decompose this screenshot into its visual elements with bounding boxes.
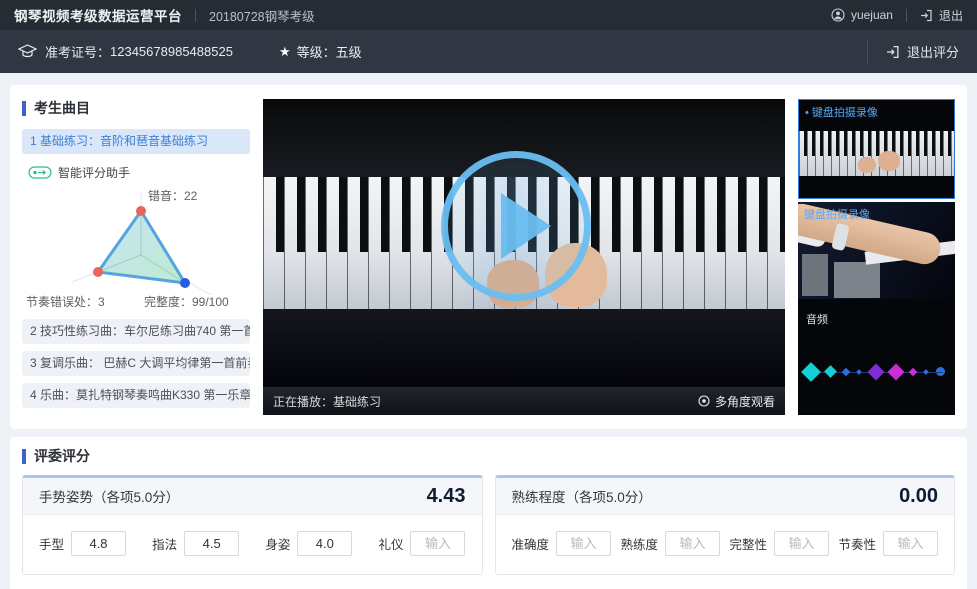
waveform-point xyxy=(857,369,863,375)
waveform-point xyxy=(867,363,884,380)
score-input-completeness[interactable] xyxy=(774,531,829,556)
score-input-etiquette[interactable] xyxy=(410,531,465,556)
song-item-2[interactable]: 2 技巧性练习曲：车尔尼练习曲740 第一首 xyxy=(22,319,250,344)
ticket-label: 准考证号： xyxy=(45,42,110,61)
field-label-rhythm: 节奏性 xyxy=(838,534,876,553)
assistant-label: 智能评分助手 xyxy=(58,164,130,181)
waveform-point xyxy=(824,365,837,378)
exit-scoring-label: 退出评分 xyxy=(907,42,959,61)
camera-thumbnail-1[interactable]: • 键盘拍摄录像 xyxy=(798,99,955,199)
field-label-completeness: 完整性 xyxy=(729,534,767,553)
camera-column: • 键盘拍摄录像 键盘拍摄录像 音频 xyxy=(798,99,955,415)
speaker-shape xyxy=(802,254,828,296)
camera-1-label: 键盘拍摄录像 xyxy=(812,107,878,119)
active-dot: • xyxy=(805,107,809,119)
scoring-card-gesture: 手势姿势（各项5.0分） 4.43 手型 指法 身姿 礼仪 xyxy=(22,475,483,575)
audio-section[interactable]: 音频 xyxy=(798,299,955,415)
card-title: 熟练程度（各项5.0分） xyxy=(512,486,652,506)
audio-waveform xyxy=(804,362,945,382)
song-list-title: 考生曲目 xyxy=(22,101,250,116)
field-label-etiquette: 礼仪 xyxy=(378,534,403,553)
exit-scoring-icon xyxy=(886,45,900,59)
play-button[interactable] xyxy=(441,151,591,301)
score-input-proficiency[interactable] xyxy=(665,531,720,556)
song-item-3[interactable]: 3 复调乐曲： 巴赫C 大调平均律第一首前奏曲 xyxy=(22,351,250,376)
user-menu[interactable]: yuejuan xyxy=(831,8,893,22)
card-title: 手势姿势（各项5.0分） xyxy=(39,486,179,506)
score-input-fingering[interactable] xyxy=(184,531,239,556)
logout-icon xyxy=(920,9,933,22)
graduation-cap-icon xyxy=(18,44,37,59)
video-player: 正在播放：基础练习 多角度观看 xyxy=(263,99,785,415)
camera-2-label: 键盘拍摄录像 xyxy=(804,209,870,221)
field-label-accuracy: 准确度 xyxy=(512,534,550,553)
score-input-posture[interactable] xyxy=(297,531,352,556)
assistant-toggle-icon[interactable] xyxy=(28,166,52,179)
exam-info-bar: 准考证号： 12345678985488525 ★ 等级： 五级 退出评分 xyxy=(0,30,977,73)
mini-hand xyxy=(858,157,876,173)
multi-angle-label: 多角度观看 xyxy=(715,393,775,410)
star-icon: ★ xyxy=(279,44,291,60)
card-score: 0.00 xyxy=(899,485,938,508)
session-title: 20180728钢琴考级 xyxy=(209,6,315,25)
username: yuejuan xyxy=(851,8,893,22)
field-label-proficiency: 熟练度 xyxy=(620,534,658,553)
audio-label: 音频 xyxy=(806,311,828,327)
smart-scoring-assistant: 智能评分助手 xyxy=(22,164,250,313)
radar-metric-completeness: 完整度：99/100 xyxy=(144,293,229,310)
piano-body xyxy=(263,309,785,387)
judge-scoring-panel: 评委评分 手势姿势（各项5.0分） 4.43 手型 指法 身姿 xyxy=(10,437,967,589)
user-icon xyxy=(831,8,845,22)
mini-keyboard xyxy=(799,131,954,176)
level-value: 五级 xyxy=(336,42,362,61)
radar-chart: 错音：22 节奏错误处：3 完整度：99/100 xyxy=(22,185,250,313)
waveform-point xyxy=(887,363,904,380)
score-input-rhythm[interactable] xyxy=(883,531,938,556)
song-item-4[interactable]: 4 乐曲：莫扎特钢琴奏鸣曲K330 第一乐章 xyxy=(22,383,250,408)
now-playing-text: 正在播放：基础练习 xyxy=(273,393,381,410)
waveform-point xyxy=(801,362,821,382)
play-icon xyxy=(501,193,551,259)
waveform-point xyxy=(909,367,917,375)
speaker-shape xyxy=(834,262,880,298)
app-title: 钢琴视频考级数据运营平台 xyxy=(14,5,182,25)
top-header: 钢琴视频考级数据运营平台 20180728钢琴考级 yuejuan 退出 xyxy=(0,0,977,30)
score-input-accuracy[interactable] xyxy=(556,531,611,556)
field-label-fingering: 指法 xyxy=(152,534,177,553)
field-label-hand-shape: 手型 xyxy=(39,534,64,553)
main-panel: 考生曲目 1 基础练习：音阶和琶音基础练习 智能评分助手 xyxy=(10,85,967,429)
scoring-card-proficiency: 熟练程度（各项5.0分） 0.00 准确度 熟练度 完整性 节奏性 xyxy=(495,475,956,575)
camera-thumbnail-2[interactable]: 键盘拍摄录像 xyxy=(798,202,955,299)
song-list-sidebar: 考生曲目 1 基础练习：音阶和琶音基础练习 智能评分助手 xyxy=(22,99,250,415)
waveform-point xyxy=(923,369,929,375)
score-input-hand-shape[interactable] xyxy=(71,531,126,556)
level-label: 等级： xyxy=(297,42,336,61)
song-item-1[interactable]: 1 基础练习：音阶和琶音基础练习 xyxy=(22,129,250,154)
judge-scoring-title: 评委评分 xyxy=(22,449,955,464)
field-label-posture: 身姿 xyxy=(265,534,290,553)
camera-audio-block: 键盘拍摄录像 音频 xyxy=(798,202,955,415)
card-score: 4.43 xyxy=(427,485,466,508)
ticket-number: 12345678985488525 xyxy=(110,44,233,59)
divider xyxy=(906,9,907,22)
waveform-point xyxy=(842,367,850,375)
exit-scoring-button[interactable]: 退出评分 xyxy=(867,40,959,64)
multi-angle-button[interactable]: 多角度观看 xyxy=(698,393,775,410)
multi-angle-eye-icon xyxy=(698,395,710,407)
video-status-bar: 正在播放：基础练习 多角度观看 xyxy=(263,387,785,415)
radar-metric-wrong-notes: 错音：22 xyxy=(148,187,197,204)
mini-hand xyxy=(878,151,900,171)
video-screen[interactable] xyxy=(263,99,785,387)
waveform-point xyxy=(936,367,945,376)
logout-label: 退出 xyxy=(939,7,963,24)
logout-button[interactable]: 退出 xyxy=(920,7,963,24)
divider xyxy=(195,9,196,22)
radar-metric-rhythm-errors: 节奏错误处：3 xyxy=(26,293,105,310)
